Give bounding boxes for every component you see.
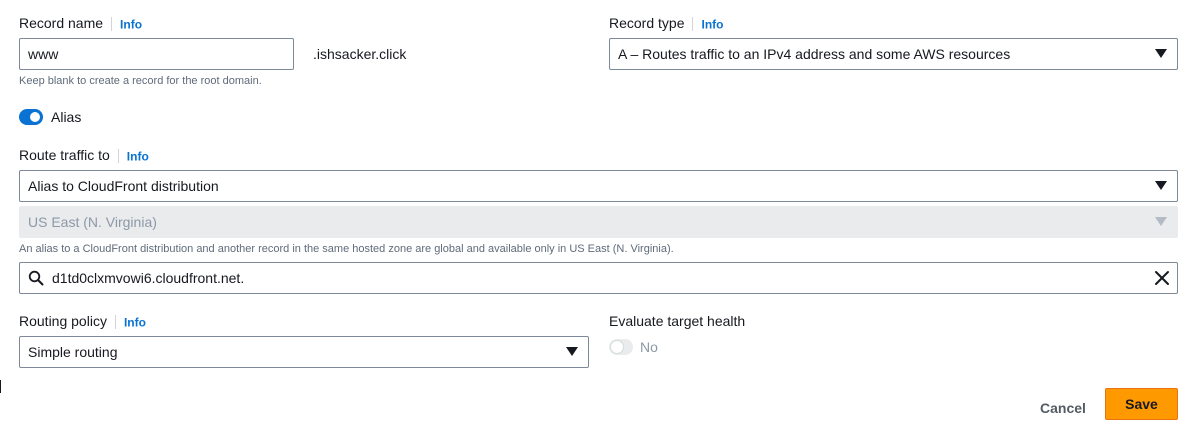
- record-type-label-row: Record type Info: [609, 14, 723, 33]
- region-select: US East (N. Virginia): [19, 206, 1178, 238]
- routing-policy-value: Simple routing: [28, 344, 118, 360]
- alias-target-input[interactable]: d1td0clxmvowi6.cloudfront.net.: [19, 262, 1178, 294]
- routing-policy-info-link[interactable]: Info: [124, 315, 146, 329]
- route-traffic-label: Route traffic to: [19, 147, 110, 163]
- record-name-hint: Keep blank to create a record for the ro…: [19, 75, 262, 87]
- endpoint-type-select[interactable]: Alias to CloudFront distribution: [19, 170, 1178, 202]
- endpoint-type-value: Alias to CloudFront distribution: [28, 178, 219, 194]
- divider: [111, 17, 113, 32]
- route-traffic-info-link[interactable]: Info: [127, 149, 149, 163]
- alias-label: Alias: [51, 109, 82, 125]
- toggle-knob: [611, 341, 623, 353]
- caret-down-icon: [1155, 49, 1167, 58]
- close-icon[interactable]: [1154, 270, 1170, 286]
- alias-toggle[interactable]: [19, 109, 43, 125]
- record-name-label: Record name: [19, 15, 104, 31]
- toggle-knob: [30, 112, 40, 122]
- caret-down-icon: [1155, 217, 1167, 226]
- evaluate-health-toggle: [609, 339, 633, 355]
- record-name-info-link[interactable]: Info: [120, 17, 142, 31]
- caret-down-icon: [1155, 181, 1167, 190]
- edit-record-form: Record name Info www .ishsacker.click Kee…: [0, 0, 1199, 438]
- caret-down-icon: [566, 347, 578, 356]
- divider: [114, 315, 116, 330]
- domain-suffix: .ishsacker.click: [313, 46, 407, 62]
- save-button[interactable]: Save: [1105, 388, 1178, 420]
- text-cursor: [0, 380, 1, 393]
- region-value: US East (N. Virginia): [28, 214, 157, 230]
- region-hint: An alias to a CloudFront distribution an…: [19, 243, 674, 255]
- alias-target-value: d1td0clxmvowi6.cloudfront.net.: [52, 270, 245, 286]
- evaluate-health-state: No: [640, 339, 658, 355]
- routing-policy-label-row: Routing policy Info: [19, 312, 146, 331]
- routing-policy-label: Routing policy: [19, 313, 107, 329]
- search-icon: [28, 270, 44, 286]
- route-traffic-label-row: Route traffic to Info: [19, 146, 149, 165]
- cancel-button[interactable]: Cancel: [1031, 392, 1095, 424]
- routing-policy-select[interactable]: Simple routing: [19, 336, 589, 368]
- record-type-info-link[interactable]: Info: [701, 17, 723, 31]
- record-name-label-row: Record name Info: [19, 14, 142, 33]
- record-type-label: Record type: [609, 15, 685, 31]
- divider: [117, 149, 119, 164]
- divider: [692, 17, 694, 32]
- evaluate-health-label: Evaluate target health: [609, 313, 746, 329]
- record-type-select[interactable]: A – Routes traffic to an IPv4 address an…: [609, 38, 1178, 70]
- record-type-value: A – Routes traffic to an IPv4 address an…: [618, 46, 1011, 62]
- record-name-input[interactable]: www: [19, 38, 294, 70]
